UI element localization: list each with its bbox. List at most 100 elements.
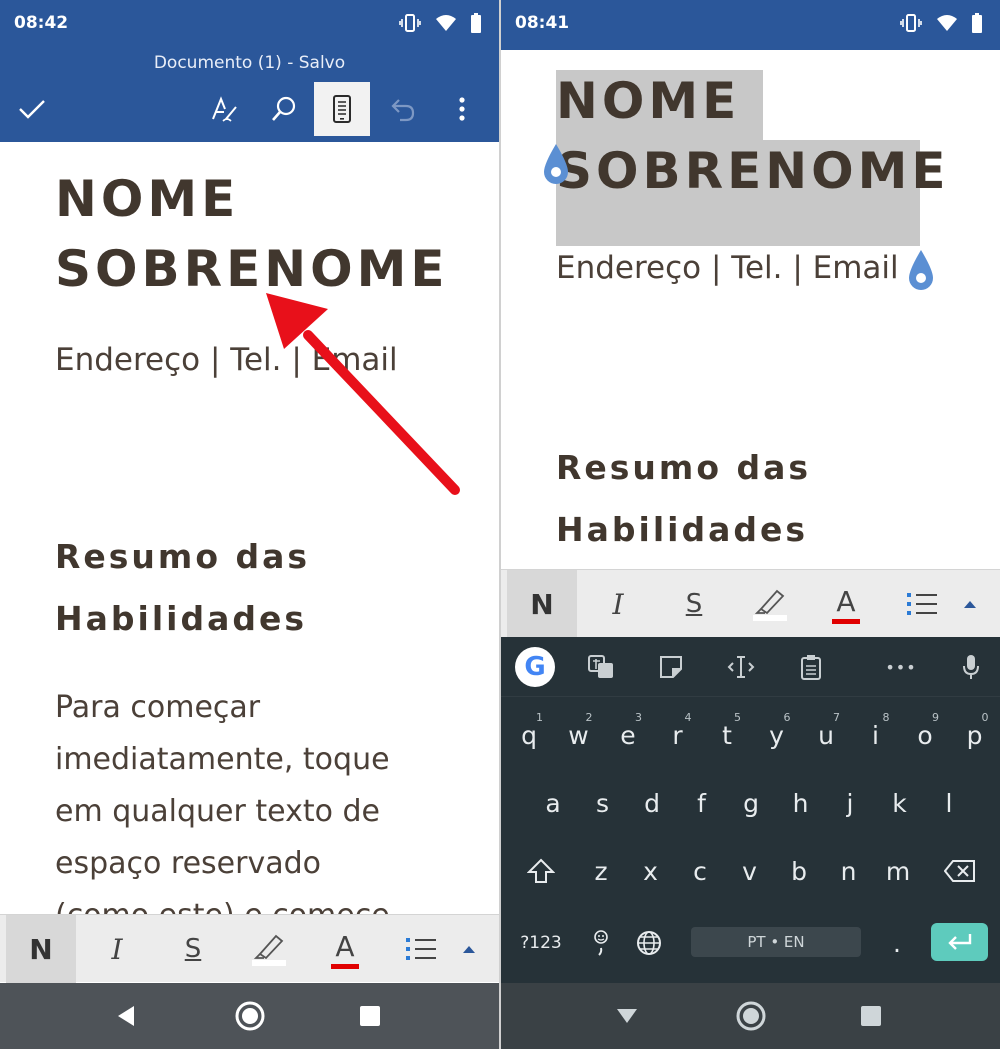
section-heading-line-1[interactable]: Resumo das — [55, 537, 310, 576]
symbols-key[interactable]: ?123 — [515, 913, 567, 973]
key-k[interactable]: k — [876, 773, 924, 833]
key-v[interactable]: v — [726, 841, 774, 901]
key-f[interactable]: f — [678, 773, 726, 833]
key-z[interactable]: z — [577, 841, 625, 901]
key-label: q — [521, 720, 537, 750]
key-r[interactable]: r4 — [654, 705, 702, 765]
italic-button[interactable]: I — [583, 570, 653, 638]
microphone-icon — [963, 655, 979, 679]
done-button[interactable] — [4, 82, 60, 136]
recents-button[interactable] — [340, 983, 400, 1049]
font-color-button[interactable]: A — [811, 570, 881, 638]
section-heading-line-2[interactable]: Habilidades — [55, 599, 307, 638]
back-button[interactable] — [96, 983, 156, 1049]
key-n[interactable]: n — [825, 841, 873, 901]
key-b[interactable]: b — [775, 841, 823, 901]
key-x[interactable]: x — [627, 841, 675, 901]
key-hint: 6 — [783, 711, 791, 724]
mobile-view-button[interactable] — [314, 82, 370, 136]
key-t[interactable]: t5 — [703, 705, 751, 765]
key-p[interactable]: p0 — [951, 705, 999, 765]
selection-end-handle[interactable] — [906, 248, 936, 292]
bold-label: N — [530, 587, 554, 621]
name-line-1[interactable]: NOME — [55, 170, 239, 228]
search-button[interactable] — [256, 82, 312, 136]
home-button[interactable] — [220, 983, 280, 1049]
key-d[interactable]: d — [628, 773, 676, 833]
language-key[interactable] — [625, 913, 673, 973]
home-button[interactable] — [721, 983, 781, 1049]
undo-button[interactable] — [374, 82, 430, 136]
body-line[interactable]: (como este) e comece — [55, 898, 390, 915]
section-heading-line-2[interactable]: Habilidades — [556, 510, 808, 549]
more-suggestions-button[interactable]: ••• — [881, 647, 921, 687]
key-h[interactable]: h — [777, 773, 825, 833]
document-page[interactable]: NOME SOBRENOME Endereço | Tel. | Email R… — [0, 142, 499, 915]
underline-label: S — [685, 589, 703, 619]
key-y[interactable]: y6 — [753, 705, 801, 765]
underline-button[interactable]: S — [659, 570, 729, 638]
space-bar[interactable]: PT • EN — [691, 927, 861, 957]
back-button[interactable] — [597, 983, 657, 1049]
more-options-button[interactable] — [434, 82, 490, 136]
body-line[interactable]: Para começar — [55, 690, 260, 725]
key-a[interactable]: a — [529, 773, 577, 833]
italic-button[interactable]: I — [82, 915, 152, 983]
translate-button[interactable] — [581, 647, 621, 687]
undo-icon — [391, 99, 415, 122]
sticker-button[interactable] — [651, 647, 691, 687]
key-o[interactable]: o9 — [901, 705, 949, 765]
underline-button[interactable]: S — [158, 915, 228, 983]
backspace-icon — [944, 860, 975, 882]
enter-key[interactable] — [931, 923, 988, 961]
bold-button[interactable]: N — [507, 570, 577, 638]
highlight-button[interactable] — [735, 570, 805, 638]
enter-icon — [947, 934, 971, 950]
contact-line[interactable]: Endereço | Tel. | Email — [556, 250, 899, 286]
vibrate-icon — [399, 14, 421, 32]
highlight-button[interactable] — [234, 915, 304, 983]
key-label: v — [742, 856, 757, 886]
key-j[interactable]: j — [826, 773, 874, 833]
key-w[interactable]: w2 — [555, 705, 603, 765]
backspace-key[interactable] — [936, 841, 984, 901]
caret-up-icon — [964, 601, 976, 608]
shift-key[interactable] — [517, 841, 565, 901]
key-e[interactable]: e3 — [604, 705, 652, 765]
key-m[interactable]: m — [874, 841, 922, 901]
status-time: 08:41 — [515, 13, 570, 33]
body-line[interactable]: imediatamente, toque — [55, 742, 390, 777]
key-hint: 3 — [635, 711, 642, 724]
voice-input-button[interactable] — [951, 647, 991, 687]
text-cursor-button[interactable] — [721, 647, 761, 687]
name-line-1[interactable]: NOME — [556, 72, 740, 130]
expand-toolbar-button[interactable] — [434, 915, 499, 983]
font-color-button[interactable]: A — [310, 915, 380, 983]
selection-start-handle[interactable] — [541, 142, 571, 186]
key-i[interactable]: i8 — [852, 705, 900, 765]
section-heading-line-1[interactable]: Resumo das — [556, 448, 811, 487]
bullet-list-icon — [907, 593, 937, 615]
bold-button[interactable]: N — [6, 915, 76, 983]
document-page[interactable]: NOME SOBRENOME Endereço | Tel. | Email R… — [501, 50, 1000, 570]
expand-toolbar-button[interactable] — [935, 570, 1000, 638]
editor-button[interactable] — [196, 82, 252, 136]
highlighter-icon — [753, 587, 787, 621]
key-label: d — [644, 788, 660, 818]
key-l[interactable]: l — [925, 773, 973, 833]
key-q[interactable]: q1 — [505, 705, 553, 765]
key-c[interactable]: c — [676, 841, 724, 901]
key-s[interactable]: s — [579, 773, 627, 833]
key-g[interactable]: g — [727, 773, 775, 833]
key-label: u — [818, 720, 834, 750]
body-line[interactable]: em qualquer texto de — [55, 794, 380, 829]
period-key[interactable]: . — [873, 913, 921, 973]
emoji-key[interactable] — [577, 913, 625, 973]
soft-keyboard: G ••• q1w2e3r4t5y6u7i8o9p0 asdfghjkl zxc… — [501, 637, 1000, 983]
recents-button[interactable] — [841, 983, 901, 1049]
clipboard-button[interactable] — [791, 647, 831, 687]
name-line-2[interactable]: SOBRENOME — [556, 142, 950, 200]
key-u[interactable]: u7 — [802, 705, 850, 765]
google-button[interactable]: G — [515, 647, 555, 687]
body-line[interactable]: espaço reservado — [55, 846, 321, 881]
